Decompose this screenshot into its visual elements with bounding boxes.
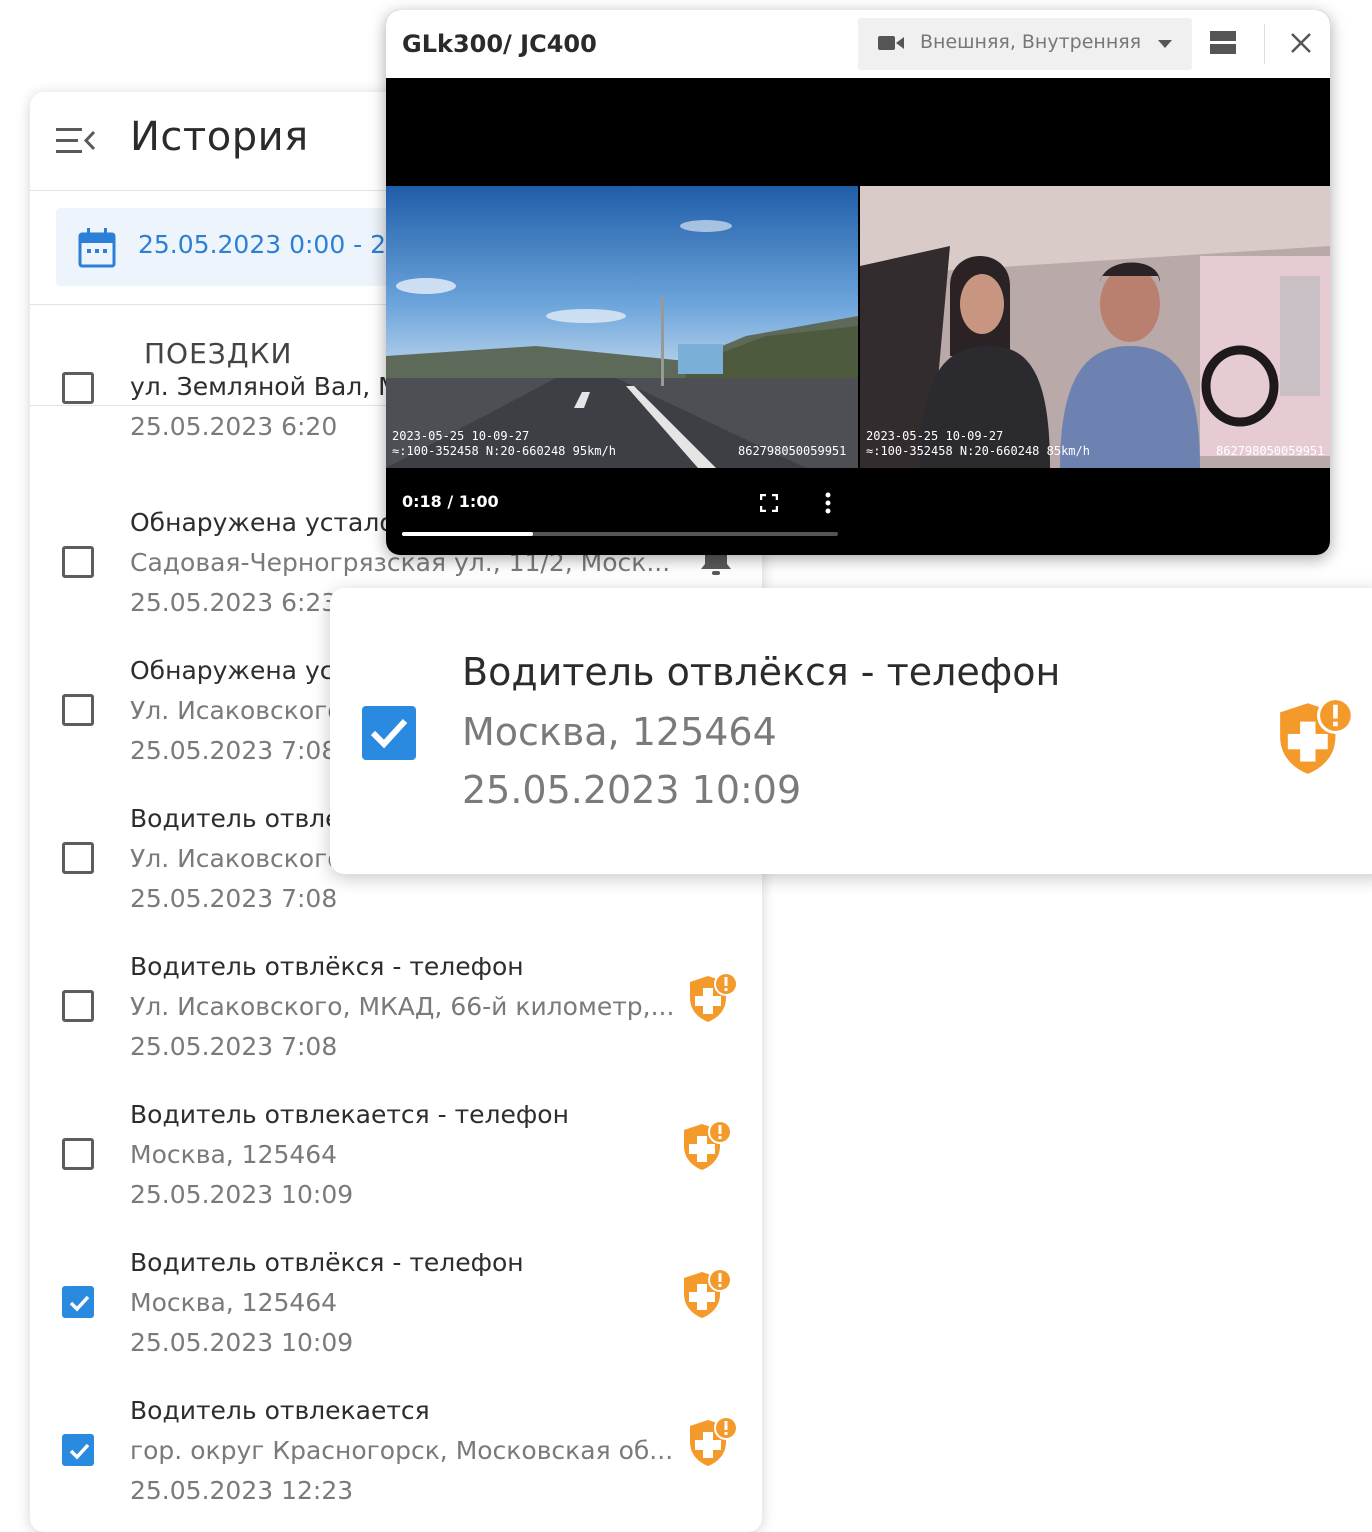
page-title: История bbox=[130, 114, 309, 160]
road-scene bbox=[386, 186, 858, 468]
overlay-imei: 862798050059951 bbox=[1216, 444, 1325, 458]
item-checkbox[interactable] bbox=[62, 842, 94, 874]
event-title: Водитель отвлёкся - телефон bbox=[462, 650, 1061, 694]
event-address: Москва, 125464 bbox=[462, 710, 777, 754]
device-title: GLk300/ JC400 bbox=[402, 30, 597, 58]
fullscreen-icon[interactable] bbox=[760, 494, 778, 512]
calendar-icon bbox=[78, 228, 116, 268]
chevron-down-icon bbox=[1158, 40, 1172, 48]
check-icon bbox=[69, 1443, 90, 1460]
video-player-window: GLk300/ JC400 Внешняя, Внутренняя 2023-0… bbox=[386, 10, 1330, 555]
menu-collapse-icon[interactable] bbox=[56, 126, 96, 156]
close-icon[interactable] bbox=[1290, 32, 1312, 54]
item-time: 25.05.2023 10:09 bbox=[130, 1180, 354, 1209]
event-checkbox-checked[interactable] bbox=[362, 706, 416, 760]
list-item[interactable]: Водитель отвлёкся - телефон Москва, 1254… bbox=[30, 1248, 762, 1400]
overlay-gps: ≈:100-352458 N:20-660248 85km/h bbox=[866, 444, 1090, 458]
playback-time: 0:18 / 1:00 bbox=[402, 492, 499, 511]
item-title: Водитель отвлекается - телефон bbox=[130, 1100, 569, 1129]
shield-alert-icon bbox=[684, 1120, 732, 1170]
check-icon bbox=[370, 718, 408, 749]
item-checkbox-checked[interactable] bbox=[62, 1286, 94, 1318]
shield-alert-icon bbox=[1280, 697, 1354, 774]
item-checkbox[interactable] bbox=[62, 1138, 94, 1170]
overlay-imei: 862798050059951 bbox=[738, 444, 847, 458]
shield-alert-icon bbox=[690, 972, 738, 1022]
inner-camera-view[interactable]: 2023-05-25 10-09-27 ≈:100-352458 N:20-66… bbox=[860, 186, 1330, 468]
item-checkbox[interactable] bbox=[62, 990, 94, 1022]
item-time: 25.05.2023 7:08 bbox=[130, 1032, 338, 1061]
event-time: 25.05.2023 10:09 bbox=[462, 768, 802, 812]
item-time: 25.05.2023 10:09 bbox=[130, 1328, 354, 1357]
more-vertical-icon[interactable] bbox=[824, 492, 832, 514]
item-title: Обнаружена ус bbox=[130, 656, 334, 685]
item-title: Водитель отвле bbox=[130, 804, 341, 833]
item-time: 25.05.2023 7:08 bbox=[130, 884, 338, 913]
outer-camera-view[interactable]: 2023-05-25 10-09-27 ≈:100-352458 N:20-66… bbox=[386, 186, 858, 468]
item-time: 25.05.2023 12:23 bbox=[130, 1476, 354, 1505]
cabin-scene bbox=[860, 186, 1330, 468]
video-camera-icon bbox=[878, 36, 904, 50]
list-item[interactable]: Водитель отвлёкся - телефон Ул. Исаковск… bbox=[30, 952, 762, 1104]
item-address: Ул. Исаковского bbox=[130, 844, 343, 873]
video-header: GLk300/ JC400 Внешняя, Внутренняя bbox=[386, 10, 1330, 78]
item-title: Водитель отвлекается bbox=[130, 1396, 430, 1425]
overlay-datetime: 2023-05-25 10-09-27 bbox=[866, 429, 1004, 443]
item-time: 25.05.2023 7:08 bbox=[130, 736, 338, 765]
item-address: Ул. Исаковского bbox=[130, 696, 343, 725]
event-detail-card[interactable]: Водитель отвлёкся - телефон Москва, 1254… bbox=[330, 588, 1372, 874]
item-address: гор. округ Красногорск, Московская об... bbox=[130, 1436, 674, 1465]
overlay-gps: ≈:100-352458 N:20-660248 95km/h bbox=[392, 444, 616, 458]
header-divider bbox=[1264, 24, 1265, 64]
item-title: Обнаружена устало bbox=[130, 508, 395, 537]
overlay-datetime: 2023-05-25 10-09-27 bbox=[392, 429, 530, 443]
shield-alert-icon bbox=[690, 1416, 738, 1466]
playback-progress[interactable] bbox=[402, 532, 838, 536]
item-time: 25.05.2023 6:23 bbox=[130, 588, 338, 617]
date-range-text: 25.05.2023 0:00 - 25.0 bbox=[138, 230, 426, 259]
playback-progress-fill bbox=[402, 532, 533, 536]
shield-alert-icon bbox=[684, 1268, 732, 1318]
item-time: 25.05.2023 6:20 bbox=[130, 412, 338, 441]
item-checkbox[interactable] bbox=[62, 372, 94, 404]
list-item[interactable]: Водитель отвлекается - телефон Москва, 1… bbox=[30, 1100, 762, 1252]
item-checkbox[interactable] bbox=[62, 694, 94, 726]
item-title: Водитель отвлёкся - телефон bbox=[130, 952, 524, 981]
item-title: Водитель отвлёкся - телефон bbox=[130, 1248, 524, 1277]
list-item[interactable]: Водитель отвлекается гор. округ Красного… bbox=[30, 1396, 762, 1532]
check-icon bbox=[69, 1295, 90, 1312]
item-address: Москва, 125464 bbox=[130, 1140, 338, 1169]
camera-select[interactable]: Внешняя, Внутренняя bbox=[858, 18, 1192, 70]
camera-select-value: Внешняя, Внутренняя bbox=[920, 31, 1142, 53]
item-title: ул. Земляной Вал, М bbox=[130, 372, 400, 401]
item-address: Ул. Исаковского, МКАД, 66-й километр,... bbox=[130, 992, 675, 1021]
item-checkbox-checked[interactable] bbox=[62, 1434, 94, 1466]
item-address: Москва, 125464 bbox=[130, 1288, 338, 1317]
layout-rows-icon[interactable] bbox=[1210, 30, 1236, 56]
item-checkbox[interactable] bbox=[62, 546, 94, 578]
